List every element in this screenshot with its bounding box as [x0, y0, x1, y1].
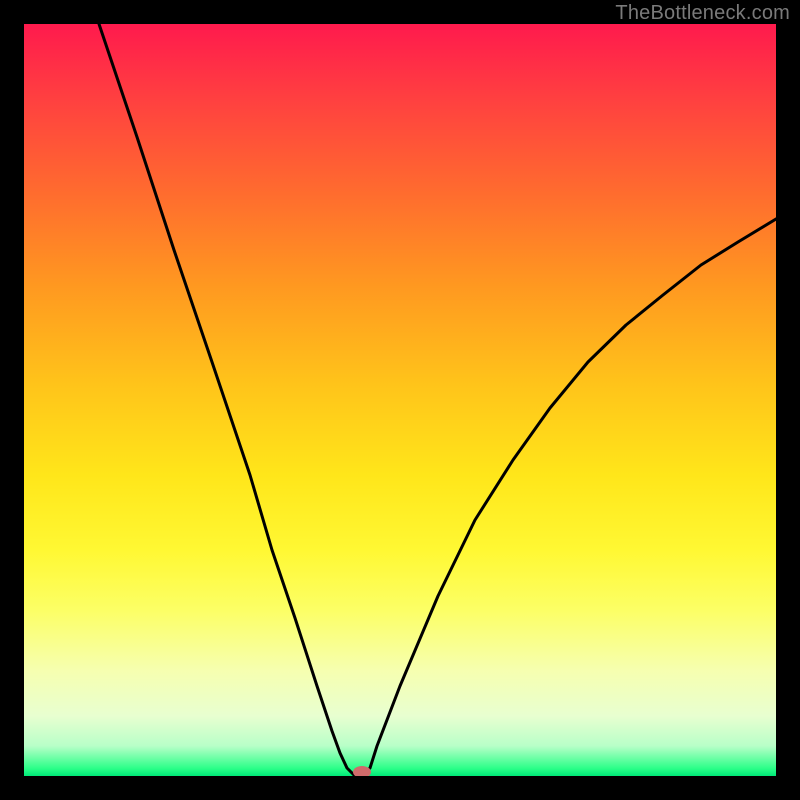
- optimal-point-marker: [353, 766, 371, 776]
- curve-path: [99, 24, 776, 776]
- plot-area: [24, 24, 776, 776]
- watermark-text: TheBottleneck.com: [615, 2, 790, 25]
- bottleneck-curve: [24, 24, 776, 776]
- chart-frame: TheBottleneck.com: [0, 0, 800, 800]
